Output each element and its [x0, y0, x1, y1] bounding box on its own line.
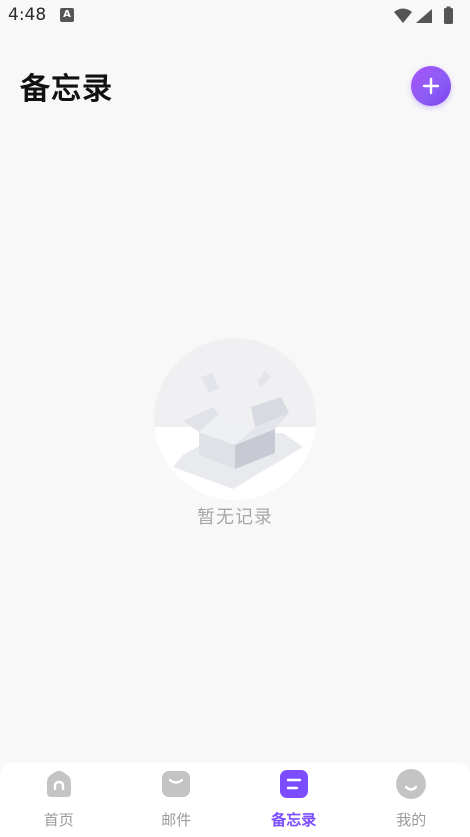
plus-icon — [422, 77, 440, 95]
bottom-nav: 首页 邮件 备忘录 我的 — [0, 763, 470, 837]
status-bar: 4:48 A — [0, 0, 470, 34]
nav-item-memo[interactable]: 备忘录 — [235, 763, 353, 837]
mail-icon — [162, 771, 191, 797]
battery-icon — [444, 8, 453, 24]
empty-box-icon — [154, 338, 316, 500]
nav-label-home: 首页 — [43, 811, 74, 829]
nav-item-profile[interactable]: 我的 — [353, 763, 470, 837]
page-title: 备忘录 — [20, 72, 113, 107]
home-icon — [46, 770, 71, 797]
status-time: 4:48 — [8, 5, 47, 25]
add-memo-button[interactable] — [411, 66, 451, 106]
wifi-icon — [394, 8, 412, 23]
empty-message: 暂无记录 — [197, 507, 273, 528]
status-icons — [394, 6, 453, 24]
notification-icon: A — [60, 8, 74, 22]
nav-item-home[interactable]: 首页 — [0, 763, 118, 837]
nav-label-profile: 我的 — [396, 811, 427, 829]
profile-icon — [396, 769, 427, 799]
empty-state: 暂无记录 — [153, 337, 317, 528]
memo-icon — [279, 770, 308, 798]
nav-label-mail: 邮件 — [161, 811, 192, 829]
nav-label-memo: 备忘录 — [271, 811, 317, 829]
signal-icon — [416, 9, 432, 23]
nav-item-mail[interactable]: 邮件 — [118, 763, 236, 837]
